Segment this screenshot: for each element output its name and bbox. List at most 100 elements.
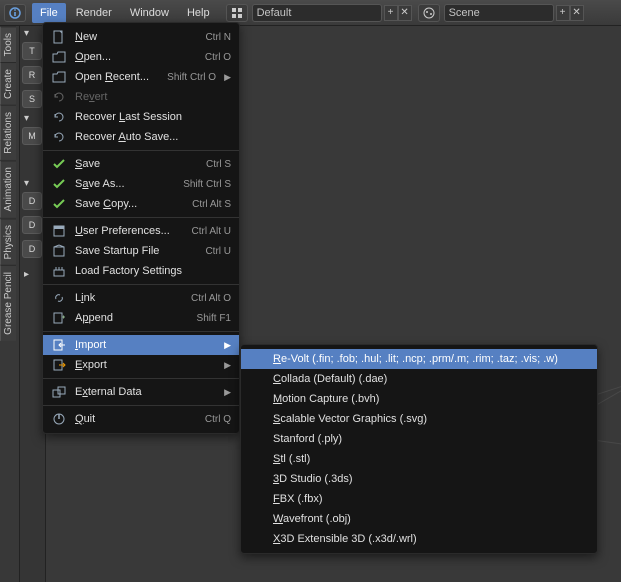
folder-icon	[51, 70, 67, 84]
tab-grease-pencil[interactable]: Grease Pencil	[0, 265, 16, 341]
import-submenu-item[interactable]: Re-Volt (.fin; .fob; .hul; .lit; .ncp; .…	[241, 349, 597, 369]
menu-item-label: Append	[75, 312, 189, 324]
file-menu-item: Revert	[43, 87, 239, 107]
menu-item-label: Open Recent...	[75, 71, 159, 83]
scene-controls: + ✕	[556, 5, 584, 21]
menu-item-shortcut: Ctrl N	[205, 32, 231, 43]
menu-item-label: Stl (.stl)	[273, 453, 589, 465]
import-submenu-item[interactable]: Wavefront (.obj)	[241, 509, 597, 529]
tab-animation[interactable]: Animation	[0, 160, 16, 217]
menu-item-label: Export	[75, 359, 216, 371]
file-menu-item[interactable]: Open... Ctrl O	[43, 47, 239, 67]
check-icon	[51, 177, 67, 191]
menu-item-label: Open...	[75, 51, 197, 63]
screen-delete-button[interactable]: ✕	[398, 5, 412, 21]
editor-type-button[interactable]	[4, 4, 26, 22]
menu-separator	[43, 217, 239, 218]
menu-item-label: Scalable Vector Graphics (.svg)	[273, 413, 589, 425]
file-menu-item[interactable]: Save Startup FileCtrl U	[43, 241, 239, 261]
tool-btn-d1[interactable]: D	[22, 192, 42, 210]
submenu-arrow-icon: ▶	[224, 340, 231, 351]
tab-relations[interactable]: Relations	[0, 105, 16, 160]
submenu-arrow-icon: ▶	[224, 72, 231, 83]
menu-item-label: Save Startup File	[75, 245, 197, 257]
menu-item-label: Wavefront (.obj)	[273, 513, 589, 525]
file-menu-item[interactable]: QuitCtrl Q	[43, 409, 239, 429]
menu-item-label: External Data	[75, 386, 216, 398]
tab-create[interactable]: Create	[0, 62, 16, 105]
screen-add-button[interactable]: +	[384, 5, 398, 21]
menu-file[interactable]: File	[32, 3, 66, 23]
tab-tools[interactable]: Tools	[0, 26, 16, 62]
screen-browse-button[interactable]	[226, 4, 248, 22]
grid-icon	[231, 7, 243, 19]
scene-field[interactable]: Scene	[444, 4, 554, 22]
scene-add-button[interactable]: +	[556, 5, 570, 21]
menu-item-label: X3D Extensible 3D (.x3d/.wrl)	[273, 533, 589, 545]
menu-item-label: Re-Volt (.fin; .fob; .hul; .lit; .ncp; .…	[273, 353, 589, 365]
import-submenu-item[interactable]: X3D Extensible 3D (.x3d/.wrl)	[241, 529, 597, 549]
file-menu-item[interactable]: Open Recent...Shift Ctrl O▶	[43, 67, 239, 87]
file-menu-item[interactable]: Save As...Shift Ctrl S	[43, 174, 239, 194]
file-menu-item[interactable]: External Data▶	[43, 382, 239, 402]
file-menu-item[interactable]: Export ▶	[43, 355, 239, 375]
menu-item-label: Save Copy...	[75, 198, 184, 210]
menu-item-label: Load Factory Settings	[75, 265, 231, 277]
file-menu-item[interactable]: SaveCtrl S	[43, 154, 239, 174]
tool-btn-d3[interactable]: D	[22, 240, 42, 258]
tab-physics[interactable]: Physics	[0, 218, 16, 265]
menu-help[interactable]: Help	[179, 3, 218, 23]
factory-icon	[51, 264, 67, 278]
info-icon	[9, 7, 21, 19]
file-menu-item[interactable]: Load Factory Settings	[43, 261, 239, 281]
import-submenu-item[interactable]: Collada (Default) (.dae)	[241, 369, 597, 389]
menu-item-label: Save As...	[75, 178, 175, 190]
tool-btn-r[interactable]: R	[22, 66, 42, 84]
file-menu-item[interactable]: Append Shift F1	[43, 308, 239, 328]
file-menu-item[interactable]: Recover Auto Save...	[43, 127, 239, 147]
menu-item-shortcut: Ctrl Alt O	[191, 293, 231, 304]
menu-render[interactable]: Render	[68, 3, 120, 23]
menu-separator	[43, 284, 239, 285]
menu-item-label: Quit	[75, 413, 197, 425]
menu-separator	[43, 378, 239, 379]
menu-item-label: Link	[75, 292, 183, 304]
tool-btn-m[interactable]: M	[22, 127, 42, 145]
screen-layout-field[interactable]: Default	[252, 4, 382, 22]
submenu-arrow-icon: ▶	[224, 360, 231, 371]
file-menu-item[interactable]: Save Copy... Ctrl Alt S	[43, 194, 239, 214]
menu-item-label: Save	[75, 158, 198, 170]
import-submenu-item[interactable]: FBX (.fbx)	[241, 489, 597, 509]
import-submenu-item[interactable]: Stanford (.ply)	[241, 429, 597, 449]
recover-icon	[51, 130, 67, 144]
file-menu-item[interactable]: Link Ctrl Alt O	[43, 288, 239, 308]
file-menu-item[interactable]: NewCtrl N	[43, 27, 239, 47]
link-icon	[51, 291, 67, 305]
tool-btn-d2[interactable]: D	[22, 216, 42, 234]
import-submenu-item[interactable]: 3D Studio (.3ds)	[241, 469, 597, 489]
file-menu-item[interactable]: Import ▶	[43, 335, 239, 355]
check-icon	[51, 157, 67, 171]
scene-browse-button[interactable]	[418, 4, 440, 22]
import-submenu-item[interactable]: Stl (.stl)	[241, 449, 597, 469]
menu-separator	[43, 331, 239, 332]
menu-window[interactable]: Window	[122, 3, 177, 23]
tool-btn-s[interactable]: S	[22, 90, 42, 108]
menu-item-label: Revert	[75, 91, 231, 103]
check-icon	[51, 197, 67, 211]
scene-value: Scene	[449, 7, 480, 19]
menu-item-shortcut: Ctrl Alt S	[192, 199, 231, 210]
prefs-icon	[51, 224, 67, 238]
scene-delete-button[interactable]: ✕	[570, 5, 584, 21]
menu-item-label: Import	[75, 339, 216, 351]
import-submenu-item[interactable]: Motion Capture (.bvh)	[241, 389, 597, 409]
file-menu-item[interactable]: Recover Last Session	[43, 107, 239, 127]
file-menu-item[interactable]: User Preferences...Ctrl Alt U	[43, 221, 239, 241]
menu-item-shortcut: Ctrl Alt U	[192, 226, 231, 237]
menu-item-shortcut: Ctrl O	[205, 52, 231, 63]
recover-icon	[51, 110, 67, 124]
menu-item-label: Motion Capture (.bvh)	[273, 393, 589, 405]
import-submenu-item[interactable]: Scalable Vector Graphics (.svg)	[241, 409, 597, 429]
menu-item-shortcut: Shift F1	[197, 313, 231, 324]
tool-btn-t[interactable]: T	[22, 42, 42, 60]
